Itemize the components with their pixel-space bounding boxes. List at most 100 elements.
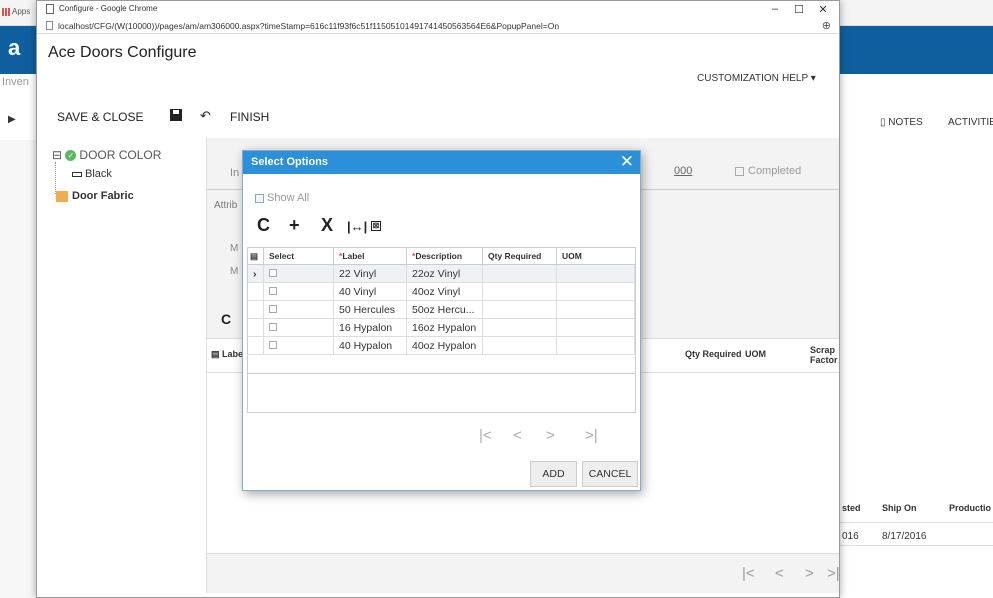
module-label: Inven <box>2 76 29 88</box>
dialog-titlebar: Select Options ✕ <box>243 151 640 174</box>
window-titlebar: Configure - Google Chrome – ☐ ✕ <box>37 1 839 18</box>
table-row[interactable]: › 22 Vinyl 22oz Vinyl <box>248 265 635 283</box>
close-icon[interactable]: ✕ <box>620 152 634 172</box>
select-checkbox[interactable] <box>264 265 334 283</box>
undo-icon[interactable]: ↶ <box>200 108 211 124</box>
tree-item-black[interactable]: Black <box>72 168 112 180</box>
table-cell-label[interactable]: 50 Hercules <box>334 301 407 319</box>
field-value[interactable]: 000 <box>674 165 692 177</box>
checkbox-icon <box>735 166 744 176</box>
table-cell-label[interactable]: 40 Vinyl <box>334 283 407 301</box>
fit-columns-icon[interactable]: |↔| <box>347 218 367 236</box>
help-menu[interactable]: HELP ▾ <box>782 73 816 84</box>
table-cell-qty[interactable] <box>483 337 557 355</box>
finish-button[interactable]: FINISH <box>230 110 269 124</box>
save-icon[interactable] <box>170 109 182 121</box>
row-indicator <box>248 301 264 319</box>
apps-shortcut[interactable]: Apps <box>2 7 30 16</box>
delete-row-icon[interactable]: X <box>321 216 333 234</box>
column-header-label[interactable]: *Label <box>334 248 407 265</box>
activities-button[interactable]: ACTIVITIES <box>948 117 993 128</box>
add-button[interactable]: ADD <box>530 461 577 487</box>
column-header-qty[interactable]: Qty Required <box>685 349 742 359</box>
table-cell-description[interactable]: 22oz Vinyl <box>407 265 483 283</box>
url-text[interactable]: localhost/CFG/(W(10000))/pages/am/am3060… <box>58 21 559 31</box>
table-cell-uom[interactable] <box>557 265 635 283</box>
check-icon: ✓ <box>65 150 77 162</box>
table-cell-description[interactable]: 40oz Hypalon <box>407 337 483 355</box>
first-page-button[interactable]: |< <box>479 427 492 444</box>
next-page-button[interactable]: > <box>805 565 814 582</box>
show-all-checkbox[interactable]: Show All <box>255 192 309 204</box>
table-cell-uom[interactable] <box>557 337 635 355</box>
table-row[interactable]: 40 Hypalon 40oz Hypalon <box>248 337 635 355</box>
field-label: In <box>230 167 240 179</box>
select-checkbox[interactable] <box>264 301 334 319</box>
table-cell-description[interactable]: 50oz Hercu... <box>407 301 483 319</box>
prev-page-button[interactable]: < <box>513 427 522 444</box>
collapse-icon[interactable]: ⊟ <box>52 148 62 162</box>
toolbar: SAVE & CLOSE ↶ FINISH <box>37 104 839 134</box>
table-cell-qty[interactable] <box>483 319 557 337</box>
table-cell-description[interactable]: 16oz Hypalon <box>407 319 483 337</box>
field-label: M <box>230 243 239 254</box>
address-bar[interactable]: localhost/CFG/(W(10000))/pages/am/am3060… <box>37 18 839 34</box>
window-title: Configure - Google Chrome <box>59 4 158 13</box>
grid-options-icon[interactable]: ▤ <box>248 248 264 265</box>
first-page-button[interactable]: |< <box>742 565 755 582</box>
column-header-qty[interactable]: Qty Required <box>483 248 557 265</box>
maximize-button[interactable]: ☐ <box>789 3 809 16</box>
completed-checkbox[interactable]: Completed <box>735 165 801 177</box>
table-row[interactable]: 16 Hypalon 16oz Hypalon <box>248 319 635 337</box>
table-cell-uom[interactable] <box>557 301 635 319</box>
add-row-icon[interactable]: + <box>289 216 300 234</box>
checkbox-icon <box>255 193 264 203</box>
row-arrow-icon: › <box>248 265 264 283</box>
table-row[interactable]: 40 Vinyl 40oz Vinyl <box>248 283 635 301</box>
table-row[interactable]: 50 Hercules 50oz Hercu... <box>248 301 635 319</box>
table-cell-label[interactable]: 40 Hypalon <box>334 337 407 355</box>
select-checkbox[interactable] <box>264 283 334 301</box>
column-header-uom[interactable]: UOM <box>745 349 766 359</box>
prev-page-button[interactable]: < <box>775 565 784 582</box>
tree-item-door-fabric[interactable]: Door Fabric <box>56 190 134 202</box>
last-page-button[interactable]: >| <box>585 427 598 444</box>
option-icon <box>72 171 82 177</box>
page-icon <box>46 21 53 30</box>
next-page-button[interactable]: > <box>546 427 555 444</box>
tree-item-door-color[interactable]: ⊟ ✓ DOOR COLOR <box>52 148 161 162</box>
last-page-button[interactable]: >| <box>827 565 840 582</box>
grid-options-icon[interactable]: ▤ <box>211 349 222 359</box>
column-header: sted <box>842 503 861 513</box>
table-cell-label[interactable]: 22 Vinyl <box>334 265 407 283</box>
column-header-select[interactable]: Select <box>264 248 334 265</box>
select-checkbox[interactable] <box>264 319 334 337</box>
refresh-icon[interactable]: C <box>221 311 231 327</box>
zoom-icon[interactable]: ⊕ <box>822 19 831 32</box>
tab-attributes[interactable]: Attrib <box>214 200 237 211</box>
save-close-button[interactable]: SAVE & CLOSE <box>57 110 143 124</box>
table-cell-qty[interactable] <box>483 283 557 301</box>
column-header-scrap[interactable]: Scrap Factor <box>810 345 840 365</box>
refresh-icon[interactable]: C <box>257 216 270 234</box>
table-cell-uom[interactable] <box>557 283 635 301</box>
notes-button[interactable]: ▯ NOTES <box>880 117 923 128</box>
table-cell-qty[interactable] <box>483 265 557 283</box>
table-cell-description[interactable]: 40oz Vinyl <box>407 283 483 301</box>
grid-footer: |< < > >| <box>207 553 840 593</box>
export-excel-icon[interactable]: ⊠ <box>371 221 381 231</box>
table-cell-uom[interactable] <box>557 319 635 337</box>
cancel-button[interactable]: CANCEL <box>582 461 638 487</box>
close-window-button[interactable]: ✕ <box>813 3 833 16</box>
expand-arrow-icon[interactable]: ▶ <box>8 114 16 125</box>
select-checkbox[interactable] <box>264 337 334 355</box>
customization-menu[interactable]: CUSTOMIZATION <box>697 73 779 84</box>
column-header-description[interactable]: *Description <box>407 248 483 265</box>
apps-grid-icon <box>2 7 10 16</box>
table-cell-label[interactable]: 16 Hypalon <box>334 319 407 337</box>
minimize-button[interactable]: – <box>765 3 785 15</box>
table-cell-qty[interactable] <box>483 301 557 319</box>
checkbox-icon <box>269 341 277 349</box>
column-header-uom[interactable]: UOM <box>557 248 635 265</box>
divider <box>838 522 993 523</box>
